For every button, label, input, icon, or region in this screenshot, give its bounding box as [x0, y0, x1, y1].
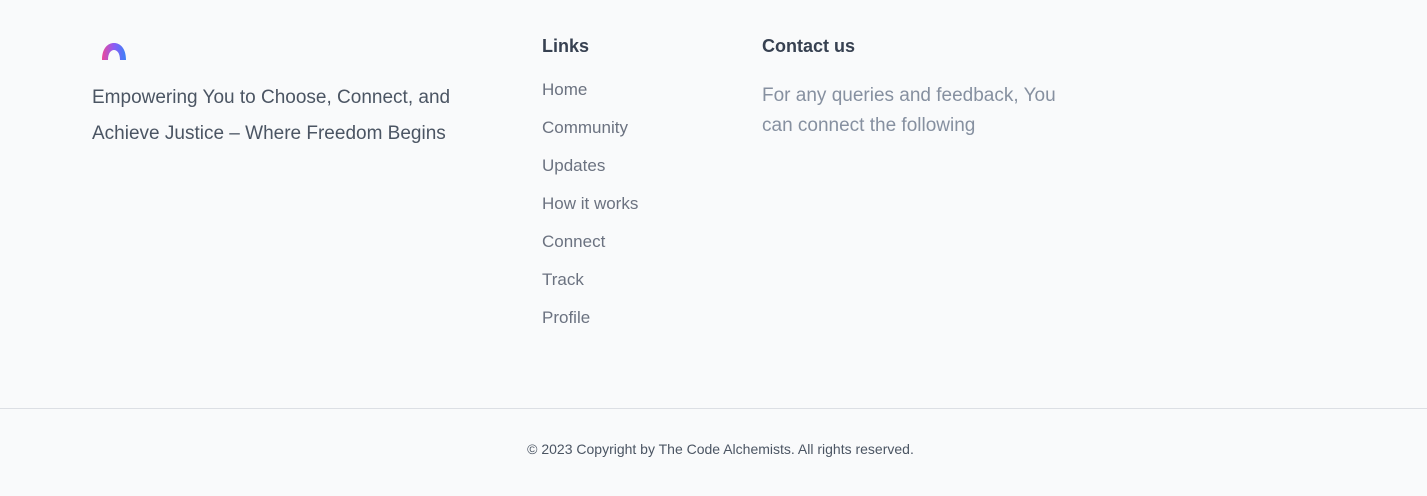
links-heading: Links — [542, 36, 590, 56]
footer-link-how-it-works[interactable]: How it works — [542, 194, 638, 213]
contact-heading: Contact us — [762, 36, 856, 56]
footer-link-home[interactable]: Home — [542, 80, 587, 99]
list-item: Community — [542, 118, 722, 156]
list-item: Connect — [542, 232, 722, 270]
list-item: Profile — [542, 308, 722, 346]
footer-link-profile[interactable]: Profile — [542, 308, 590, 327]
footer-link-updates[interactable]: Updates — [542, 156, 605, 175]
list-item: How it works — [542, 194, 722, 232]
footer-link-connect[interactable]: Connect — [542, 232, 605, 251]
footer-divider — [0, 408, 1427, 409]
copyright-text: © 2023 Copyright by The Code Alchemists.… — [527, 441, 914, 457]
footer-contact: Contact us For any queries and feedback,… — [762, 34, 1082, 141]
site-footer: Empowering You to Choose, Connect, and A… — [0, 0, 1427, 496]
list-item: Track — [542, 270, 722, 308]
footer-brand: Empowering You to Choose, Connect, and A… — [92, 38, 472, 152]
list-item: Home — [542, 80, 722, 118]
links-list: Home Community Updates How it works Conn… — [542, 80, 722, 346]
footer-link-community[interactable]: Community — [542, 118, 628, 137]
list-item: Updates — [542, 156, 722, 194]
rainbow-arch-logo-icon[interactable] — [99, 38, 129, 68]
footer-links: Links Home Community Updates How it work… — [542, 34, 722, 346]
footer-link-track[interactable]: Track — [542, 270, 584, 289]
contact-text: For any queries and feedback, You can co… — [762, 85, 1056, 136]
footer-tagline: Empowering You to Choose, Connect, and A… — [92, 87, 451, 144]
